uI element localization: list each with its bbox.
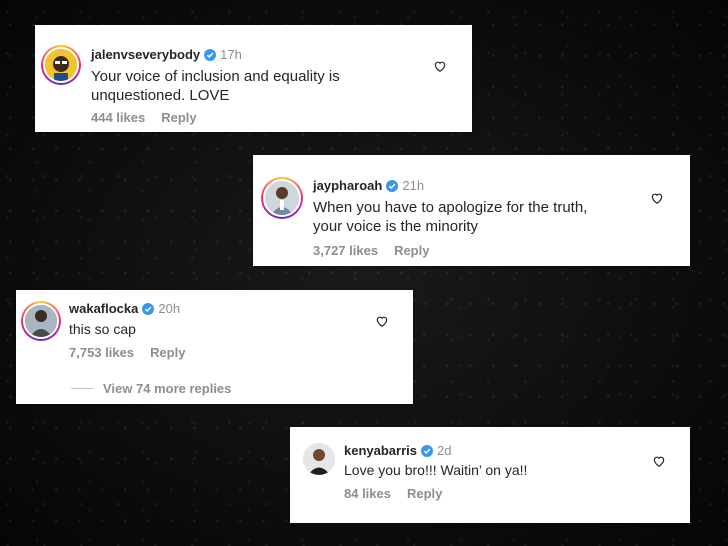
comment-text-line: Your voice of inclusion and equality is bbox=[91, 68, 340, 85]
timestamp[interactable]: 2d bbox=[437, 443, 451, 458]
reply-button[interactable]: Reply bbox=[150, 345, 185, 360]
comment-card-jalenvseverybody: jalenvseverybody 17h Your voice of inclu… bbox=[35, 25, 472, 132]
replies-divider bbox=[71, 388, 93, 389]
heart-outline-icon[interactable] bbox=[375, 314, 389, 328]
avatar[interactable] bbox=[261, 177, 303, 219]
verified-badge-icon bbox=[204, 48, 217, 61]
avatar[interactable] bbox=[303, 443, 335, 475]
timestamp[interactable]: 17h bbox=[220, 47, 242, 62]
avatar[interactable] bbox=[41, 45, 81, 85]
comment-text-line: your voice is the minority bbox=[313, 218, 479, 235]
likes-count[interactable]: 7,753 likes bbox=[69, 345, 134, 360]
likes-count[interactable]: 3,727 likes bbox=[313, 243, 378, 258]
view-replies-label[interactable]: View 74 more replies bbox=[103, 381, 231, 396]
comment-card-kenyabarris: kenyabarris 2d Love you bro!!! Waitin’ o… bbox=[290, 427, 690, 523]
timestamp[interactable]: 20h bbox=[158, 301, 180, 316]
timestamp[interactable]: 21h bbox=[402, 178, 424, 193]
heart-outline-icon[interactable] bbox=[652, 454, 666, 468]
username[interactable]: jalenvseverybody bbox=[91, 47, 200, 62]
reply-button[interactable]: Reply bbox=[394, 243, 429, 258]
avatar-photo bbox=[25, 305, 57, 337]
likes-count[interactable]: 84 likes bbox=[344, 486, 391, 501]
heart-outline-icon[interactable] bbox=[433, 59, 447, 73]
avatar[interactable] bbox=[21, 301, 61, 341]
avatar-illustration bbox=[45, 49, 77, 81]
comment-text-line: Love you bro!!! Waitin’ on ya!! bbox=[344, 462, 528, 478]
likes-count[interactable]: 444 likes bbox=[91, 110, 145, 125]
comment-text-line: When you have to apologize for the truth… bbox=[313, 199, 588, 216]
comment-card-jaypharoah: jaypharoah 21h When you have to apologiz… bbox=[253, 155, 690, 266]
comment-text-line: unquestioned. LOVE bbox=[91, 87, 230, 104]
verified-badge-icon bbox=[421, 444, 433, 457]
reply-button[interactable]: Reply bbox=[161, 110, 196, 125]
avatar-photo bbox=[265, 181, 299, 215]
username[interactable]: kenyabarris bbox=[344, 443, 417, 458]
heart-outline-icon[interactable] bbox=[650, 191, 664, 205]
view-more-replies[interactable]: View 74 more replies bbox=[71, 381, 231, 396]
verified-badge-icon bbox=[386, 179, 399, 192]
comment-text-line: this so cap bbox=[69, 321, 136, 337]
username[interactable]: jaypharoah bbox=[313, 178, 382, 193]
username[interactable]: wakaflocka bbox=[69, 301, 138, 316]
comment-card-wakaflocka: wakaflocka 20h this so cap 7,753 likes R… bbox=[16, 290, 413, 404]
avatar-photo bbox=[303, 443, 335, 475]
verified-badge-icon bbox=[142, 302, 155, 315]
reply-button[interactable]: Reply bbox=[407, 486, 442, 501]
